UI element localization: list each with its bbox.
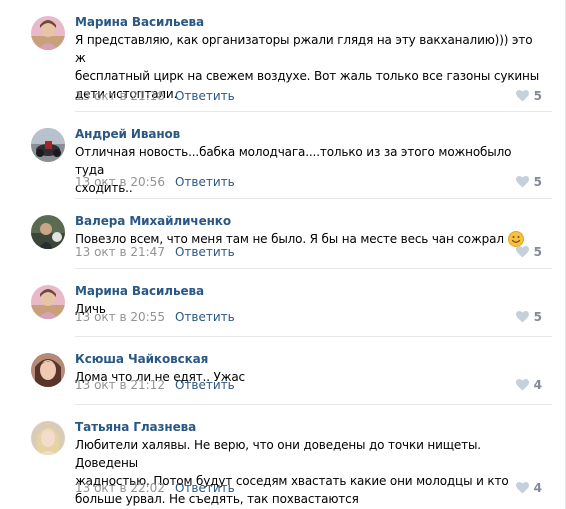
comment-date[interactable]: 13 окт в 20:55 xyxy=(75,310,165,324)
comment-item: Татьяна Глазнева Любители халявы. Не вер… xyxy=(0,405,552,509)
reply-button[interactable]: Ответить xyxy=(175,175,235,189)
comment-item: Валера Михайличенко Повезло всем, что ме… xyxy=(0,199,552,269)
avatar[interactable] xyxy=(31,353,65,387)
heart-icon xyxy=(515,176,529,188)
reply-button[interactable]: Ответить xyxy=(175,245,235,259)
comment-item: Марина Васильева Дичь 13 окт в 20:55 Отве… xyxy=(0,269,552,337)
comment-item: Андрей Иванов Отличная новость...бабка м… xyxy=(0,112,552,199)
comment-text-content: Повезло всем, что меня там не было. Я бы… xyxy=(75,232,504,246)
avatar[interactable] xyxy=(31,421,65,455)
comment-date[interactable]: 13 окт в 20:56 xyxy=(75,175,165,189)
comment-date[interactable]: 13 окт в 22:02 xyxy=(75,481,165,495)
comment-author-link[interactable]: Андрей Иванов xyxy=(75,127,180,141)
like-count: 5 xyxy=(533,89,542,103)
like-count: 5 xyxy=(533,245,542,259)
avatar[interactable] xyxy=(31,16,65,50)
comment-author-link[interactable]: Марина Васильева xyxy=(75,284,204,298)
like-count: 4 xyxy=(533,378,542,392)
avatar[interactable] xyxy=(31,215,65,249)
comment-author-link[interactable]: Марина Васильева xyxy=(75,15,204,29)
comment-item: Ксюша Чайковская Дома что ли не едят.. У… xyxy=(0,337,552,405)
like-count: 5 xyxy=(533,175,542,189)
reply-button[interactable]: Ответить xyxy=(175,89,235,103)
heart-icon xyxy=(515,246,529,258)
comment-author-link[interactable]: Ксюша Чайковская xyxy=(75,352,208,366)
reply-button[interactable]: Ответить xyxy=(175,310,235,324)
comment-text: Любители халявы. Не верю, что они доведе… xyxy=(75,438,509,506)
like-button[interactable]: 4 xyxy=(515,481,542,495)
comment-date[interactable]: 13 окт в 21:47 xyxy=(75,245,165,259)
comment-date[interactable]: 13 окт в 21:18 xyxy=(75,89,165,103)
comments-feed: Марина Васильева Я представляю, как орга… xyxy=(0,0,566,509)
like-button[interactable]: 4 xyxy=(515,378,542,392)
like-button[interactable]: 5 xyxy=(515,89,542,103)
heart-icon xyxy=(515,90,529,102)
like-count: 5 xyxy=(533,310,542,324)
reply-button[interactable]: Ответить xyxy=(175,378,235,392)
comment-author-link[interactable]: Татьяна Глазнева xyxy=(75,420,196,434)
like-count: 4 xyxy=(533,481,542,495)
avatar[interactable] xyxy=(31,285,65,319)
comment-date[interactable]: 13 окт в 21:12 xyxy=(75,378,165,392)
heart-icon xyxy=(515,311,529,323)
like-button[interactable]: 5 xyxy=(515,310,542,324)
comment-item: Марина Васильева Я представляю, как орга… xyxy=(0,0,552,112)
like-button[interactable]: 5 xyxy=(515,245,542,259)
reply-button[interactable]: Ответить xyxy=(175,481,235,495)
heart-icon xyxy=(515,482,529,494)
heart-icon xyxy=(515,379,529,391)
like-button[interactable]: 5 xyxy=(515,175,542,189)
avatar[interactable] xyxy=(31,128,65,162)
comment-author-link[interactable]: Валера Михайличенко xyxy=(75,214,231,228)
